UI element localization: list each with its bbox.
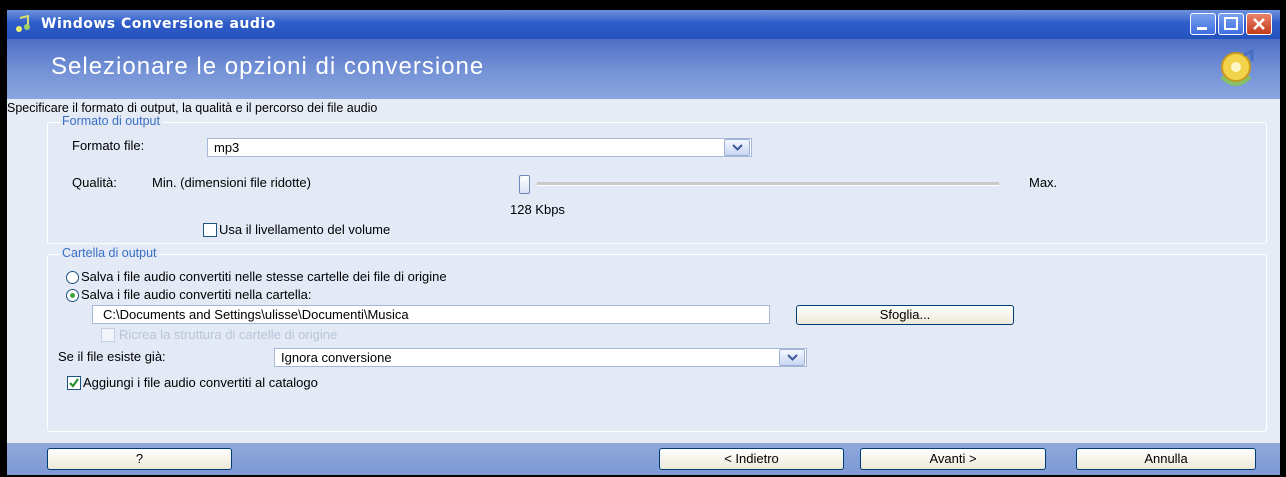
audio-conversion-icon [1220,48,1254,86]
recreate-structure-label: Ricrea la struttura di cartelle di origi… [119,327,338,342]
add-to-catalog-checkbox[interactable] [67,376,81,390]
custom-folder-label: Salva i file audio convertiti nella cart… [81,287,312,302]
same-folder-label: Salva i file audio convertiti nelle stes… [81,269,447,284]
same-folder-radio[interactable] [66,271,79,284]
volume-leveling-label: Usa il livellamento del volume [219,222,391,237]
quality-max-label: Max. [1029,175,1058,190]
browse-button[interactable]: Sfoglia... [796,305,1014,325]
next-button[interactable]: Avanti > [860,448,1046,470]
recreate-structure-checkbox[interactable] [101,328,115,342]
if-exists-value: Ignora conversione [281,350,392,365]
cancel-button[interactable]: Annulla [1076,448,1256,470]
chevron-down-icon [787,354,798,361]
output-format-legend: Formato di output [60,114,162,128]
bitrate-label: 128 Kbps [510,202,565,217]
quality-label: Qualità: [72,175,117,190]
add-to-catalog-label: Aggiungi i file audio convertiti al cata… [83,375,318,390]
close-button[interactable] [1246,13,1272,35]
quality-slider-thumb[interactable] [519,175,530,194]
output-path-value: C:\Documents and Settings\ulisse\Documen… [103,307,409,322]
maximize-button[interactable] [1218,13,1244,35]
title-bar[interactable]: Windows Conversione audio [7,10,1280,39]
file-format-value: mp3 [214,140,240,155]
if-exists-label: Se il file esiste già: [58,349,166,364]
file-format-select[interactable]: mp3 [207,138,752,157]
maximize-icon [1224,17,1238,30]
wizard-header: Selezionare le opzioni di conversione [7,39,1280,99]
checkmark-icon [69,378,79,388]
chevron-down-icon [732,144,743,151]
file-format-label: Formato file: [72,138,145,153]
conversion-dialog: Windows Conversione audio Selezionare le… [7,10,1280,475]
custom-folder-radio[interactable] [66,289,79,302]
quality-min-label: Min. (dimensioni file ridotte) [152,175,311,190]
minimize-icon [1197,27,1207,30]
if-exists-select[interactable]: Ignora conversione [274,348,807,367]
radio-selected-dot [70,293,75,298]
window-title: Windows Conversione audio [41,16,276,32]
help-button[interactable]: ? [47,448,232,470]
minimize-button[interactable] [1190,13,1216,35]
back-button[interactable]: < Indietro [659,448,844,470]
music-note-icon [16,15,30,32]
page-title: Selezionare le opzioni di conversione [51,53,485,80]
file-format-dropdown-button[interactable] [724,139,750,156]
quality-slider-track[interactable] [537,182,999,186]
page-subtitle: Specificare il formato di output, la qua… [7,101,378,115]
volume-leveling-checkbox[interactable] [203,223,217,237]
wizard-footer: ? < Indietro Avanti > Annulla [7,443,1280,475]
if-exists-dropdown-button[interactable] [779,349,805,366]
close-icon [1253,18,1265,30]
output-folder-legend: Cartella di output [60,246,159,260]
output-path-input[interactable]: C:\Documents and Settings\ulisse\Documen… [92,305,770,324]
